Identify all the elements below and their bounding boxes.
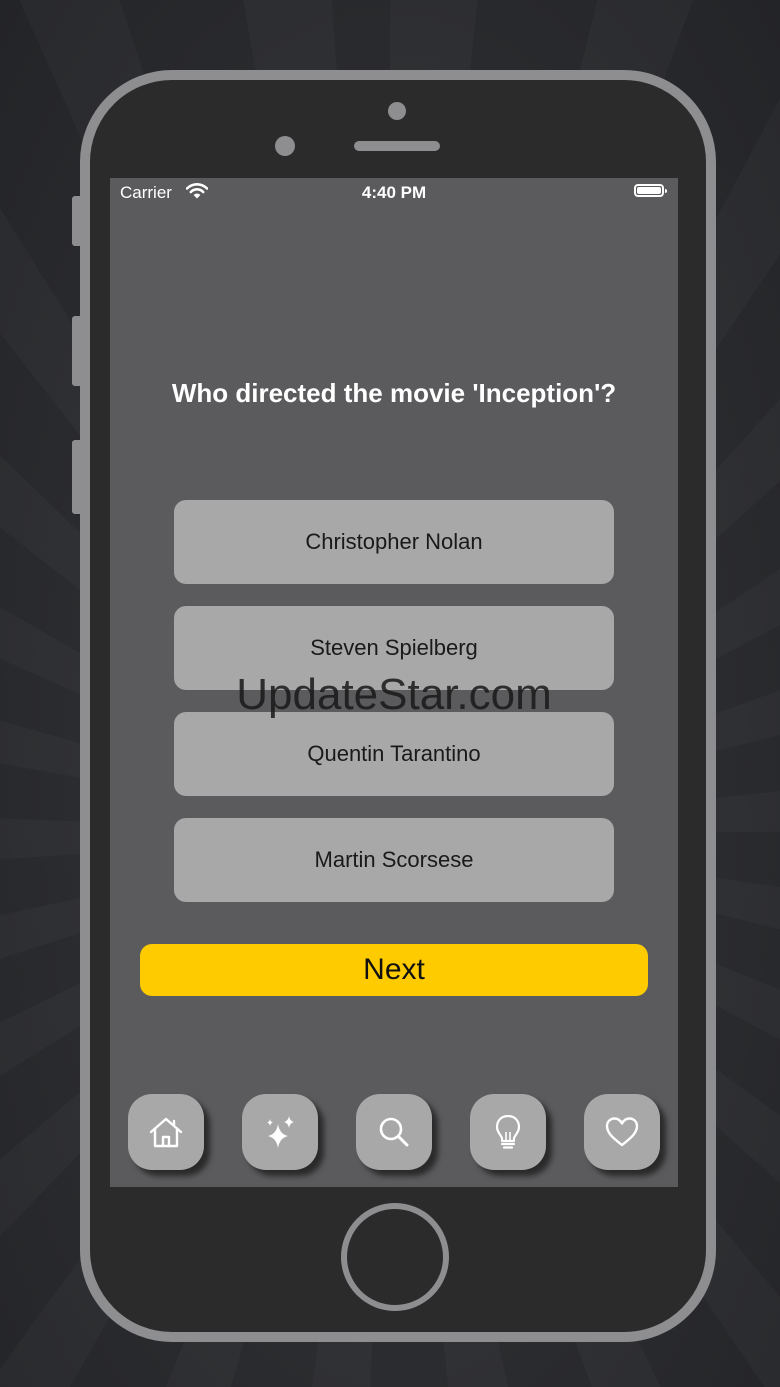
phone-screen: Carrier 4:40 PM Who directed the movie '… xyxy=(110,178,678,1187)
sparkles-icon xyxy=(267,1116,294,1148)
answer-option-3[interactable]: Quentin Tarantino xyxy=(174,712,614,796)
home-hardware-button[interactable] xyxy=(341,1203,449,1311)
answer-option-1[interactable]: Christopher Nolan xyxy=(174,500,614,584)
tab-search[interactable] xyxy=(356,1094,432,1170)
battery-icon xyxy=(634,184,667,197)
question-text: Who directed the movie 'Inception'? xyxy=(171,378,617,408)
earpiece-speaker xyxy=(354,141,440,151)
next-button[interactable]: Next xyxy=(140,944,648,996)
volume-up-button xyxy=(72,316,80,386)
answer-option-4[interactable]: Martin Scorsese xyxy=(174,818,614,902)
lightbulb-icon xyxy=(495,1114,521,1149)
search-icon xyxy=(379,1117,409,1147)
home-icon xyxy=(149,1117,183,1148)
status-time: 4:40 PM xyxy=(361,183,427,202)
tab-favorites[interactable] xyxy=(584,1094,660,1170)
tab-sparkles[interactable] xyxy=(242,1094,318,1170)
sensor-dot xyxy=(275,136,295,156)
mute-switch xyxy=(72,196,80,246)
camera-icon xyxy=(388,102,406,120)
volume-down-button xyxy=(72,440,80,514)
tab-home[interactable] xyxy=(128,1094,204,1170)
heart-icon xyxy=(605,1117,639,1147)
status-bar: Carrier 4:40 PM xyxy=(110,178,678,208)
answer-option-2[interactable]: Steven Spielberg xyxy=(174,606,614,690)
tab-ideas[interactable] xyxy=(470,1094,546,1170)
